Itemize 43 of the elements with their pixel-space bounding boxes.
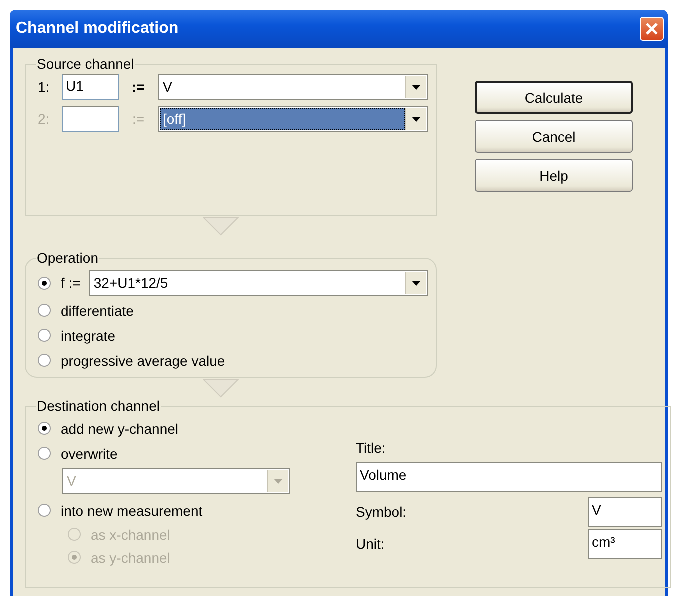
radio-button[interactable]: [38, 504, 51, 517]
assign-sign: :=: [131, 111, 146, 127]
option-label[interactable]: differentiate: [61, 302, 134, 318]
title-field[interactable]: Volume: [356, 462, 662, 492]
dropdown-arrow-button[interactable]: [405, 272, 426, 294]
option-label[interactable]: add new y-channel: [61, 420, 179, 436]
formula-label: f :=: [61, 275, 81, 291]
caret-icon: [412, 116, 420, 122]
dropdown-field[interactable]: V: [158, 74, 428, 100]
row-number: 1:: [38, 79, 51, 95]
caret-icon: [412, 84, 420, 90]
field-label: Symbol:: [356, 504, 407, 520]
radio-button[interactable]: [38, 354, 51, 367]
dropdown-field[interactable]: 32+U1*12/5: [88, 270, 428, 296]
option-label[interactable]: progressive average value: [61, 352, 226, 368]
caret-icon: [412, 280, 420, 286]
option-label[interactable]: integrate: [61, 328, 116, 344]
radio-button[interactable]: [38, 422, 51, 435]
group-label: Destination channel: [36, 398, 161, 414]
field-label: Title:: [356, 440, 386, 456]
dialog-button[interactable]: Help: [475, 159, 633, 192]
radio-button[interactable]: [38, 304, 51, 317]
option-label[interactable]: into new measurement: [61, 502, 203, 518]
dialog-button[interactable]: Cancel: [475, 120, 633, 153]
channel-field[interactable]: [62, 106, 119, 132]
radio-button[interactable]: [38, 276, 51, 290]
dialog-button[interactable]: Calculate: [475, 81, 633, 114]
symbol-field[interactable]: V: [588, 497, 662, 527]
radio-button[interactable]: [38, 447, 51, 460]
group-label: Source channel: [36, 56, 136, 72]
radio-button[interactable]: [38, 329, 51, 342]
channel-field[interactable]: U1: [62, 74, 119, 100]
group-label: Operation: [36, 250, 100, 266]
window-title: Channel modification: [16, 20, 179, 38]
option-label[interactable]: overwrite: [61, 446, 118, 462]
unit-field[interactable]: cm³: [588, 529, 662, 559]
caret-icon: [274, 478, 282, 484]
close-icon: [645, 22, 659, 36]
assign-sign: :=: [131, 79, 146, 95]
row-number: 2:: [38, 111, 51, 127]
field-label: Unit:: [356, 536, 385, 552]
close-button[interactable]: [640, 17, 664, 41]
dropdown-arrow-button[interactable]: [405, 76, 426, 98]
